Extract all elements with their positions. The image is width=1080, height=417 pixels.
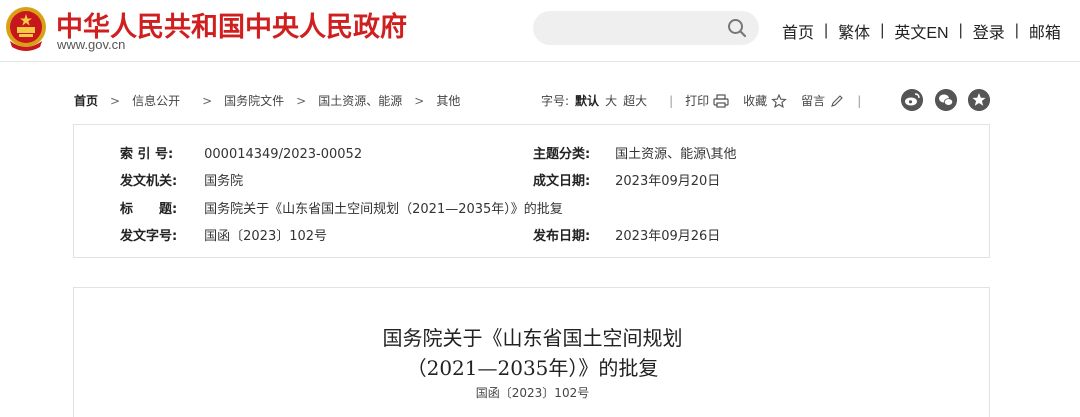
title-value: 国务院关于《山东省国土空间规划（2021—2035年）》的批复 [204, 202, 563, 217]
nav-separator: | [958, 22, 963, 39]
document-body: 国务院关于《山东省国土空间规划 （2021—2035年）》的批复 国函〔2023… [73, 287, 990, 417]
star-icon[interactable] [771, 93, 787, 108]
written-date-label: 成文日期: [533, 174, 591, 189]
info-row-doc-number: 发文字号: 国函〔2023〕102号 [120, 225, 327, 244]
breadcrumb-land-energy[interactable]: 国土资源、能源 [318, 92, 402, 109]
tool-separator: | [857, 93, 862, 108]
site-header: 中华人民共和国中央人民政府 www.gov.cn 首页 | 繁体 | 英文EN … [0, 0, 1080, 62]
chevron-right-icon: > [202, 93, 213, 108]
breadcrumb-other[interactable]: 其他 [436, 92, 460, 109]
info-row-written-date: 成文日期: 2023年09月20日 [533, 170, 720, 189]
font-size-large[interactable]: 大 [605, 92, 617, 109]
nav-traditional-link[interactable]: 繁体 [838, 19, 870, 43]
document-number: 国函〔2023〕102号 [475, 386, 590, 400]
nav-home-link[interactable]: 首页 [782, 19, 814, 43]
written-date-value: 2023年09月20日 [615, 174, 721, 189]
info-row-category: 主题分类: 国土资源、能源\其他 [533, 143, 737, 162]
document-title-line2: （2021—2035年）》的批复 [406, 356, 659, 380]
wechat-icon[interactable] [935, 89, 957, 111]
nav-english-link[interactable]: 英文EN [894, 19, 948, 43]
nav-separator: | [1014, 22, 1019, 39]
category-value: 国土资源、能源\其他 [615, 147, 737, 162]
document-info-panel: 索 引 号: 000014349/2023-00052 主题分类: 国土资源、能… [73, 124, 990, 258]
breadcrumb-home[interactable]: 首页 [74, 92, 98, 109]
tool-separator: | [669, 93, 674, 108]
doc-number-value: 国函〔2023〕102号 [204, 229, 328, 244]
title-label: 标 题: [120, 202, 178, 217]
page-tools: 字号: 默认 大 超大 | 打印 收藏 留言 | [541, 92, 873, 109]
top-nav: 首页 | 繁体 | 英文EN | 登录 | 邮箱 [782, 19, 1061, 43]
font-size-xlarge[interactable]: 超大 [623, 92, 647, 109]
favorite-button[interactable]: 收藏 [743, 92, 767, 109]
weibo-icon[interactable] [901, 89, 923, 111]
info-row-index: 索 引 号: 000014349/2023-00052 [120, 143, 362, 162]
category-label: 主题分类: [533, 147, 591, 162]
issuer-label: 发文机关: [120, 174, 178, 189]
publish-date-value: 2023年09月26日 [615, 229, 721, 244]
info-row-issuer: 发文机关: 国务院 [120, 170, 243, 189]
doc-number-label: 发文字号: [120, 229, 178, 244]
pencil-icon[interactable] [829, 94, 845, 108]
comment-button[interactable]: 留言 [801, 92, 825, 109]
info-row-title: 标 题: 国务院关于《山东省国土空间规划（2021—2035年）》的批复 [120, 198, 563, 217]
site-url[interactable]: www.gov.cn [57, 37, 125, 52]
nav-separator: | [824, 22, 829, 39]
nav-separator: | [880, 22, 885, 39]
nav-mail-link[interactable]: 邮箱 [1029, 19, 1061, 43]
font-size-label: 字号: [541, 94, 570, 108]
search-icon[interactable] [726, 17, 748, 39]
national-emblem-icon[interactable] [4, 3, 48, 53]
info-row-publish-date: 发布日期: 2023年09月26日 [533, 225, 720, 244]
breadcrumb: 首页 > 信息公开 > 国务院文件 > 国土资源、能源 > 其他 [74, 92, 460, 109]
document-title-line1: 国务院关于《山东省国土空间规划 [382, 326, 683, 350]
issuer-value: 国务院 [204, 174, 244, 189]
index-label: 索 引 号: [120, 147, 174, 162]
nav-login-link[interactable]: 登录 [973, 19, 1005, 43]
print-button[interactable]: 打印 [685, 92, 709, 109]
chevron-right-icon: > [296, 93, 307, 108]
breadcrumb-info-public[interactable]: 信息公开 [132, 92, 180, 109]
index-value: 000014349/2023-00052 [204, 147, 363, 162]
chevron-right-icon: > [414, 93, 425, 108]
breadcrumb-state-council-docs[interactable]: 国务院文件 [224, 92, 284, 109]
font-size-default[interactable]: 默认 [575, 92, 599, 109]
chevron-right-icon: > [110, 93, 121, 108]
qzone-star-icon[interactable] [968, 89, 990, 111]
printer-icon[interactable] [713, 93, 729, 108]
publish-date-label: 发布日期: [533, 229, 591, 244]
